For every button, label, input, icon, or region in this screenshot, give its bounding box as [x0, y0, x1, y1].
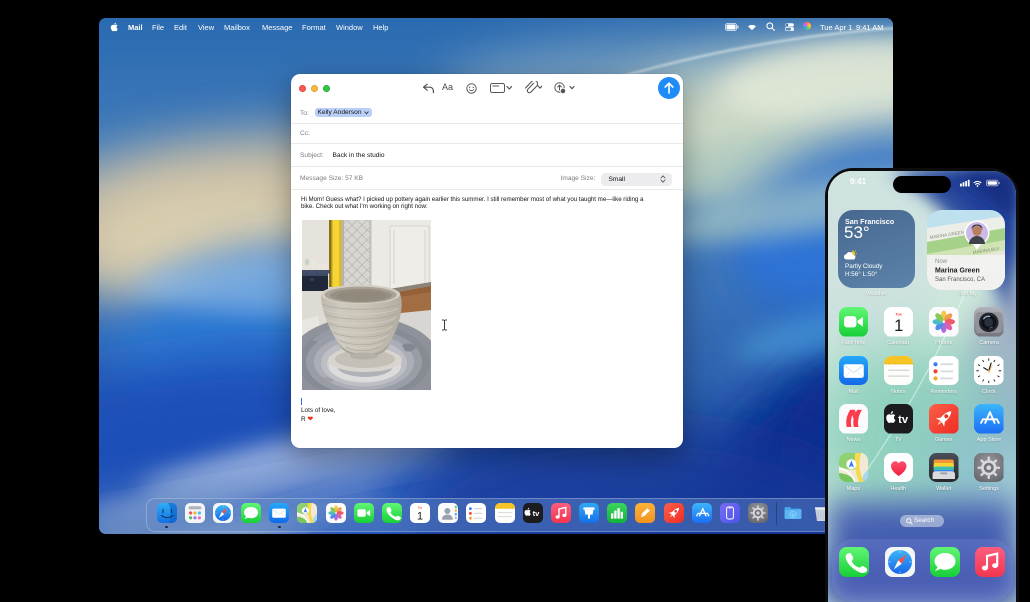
svg-text:San Francisco, CA: San Francisco, CA: [935, 277, 985, 283]
svg-text:1: 1: [894, 317, 903, 335]
svg-text:Now: Now: [935, 259, 948, 265]
svg-text:Marina Green: Marina Green: [935, 268, 980, 275]
svg-text:Tue: Tue: [895, 312, 902, 316]
svg-text:1: 1: [417, 510, 423, 522]
svg-text:tv: tv: [532, 509, 540, 518]
svg-text:tv: tv: [898, 414, 909, 426]
